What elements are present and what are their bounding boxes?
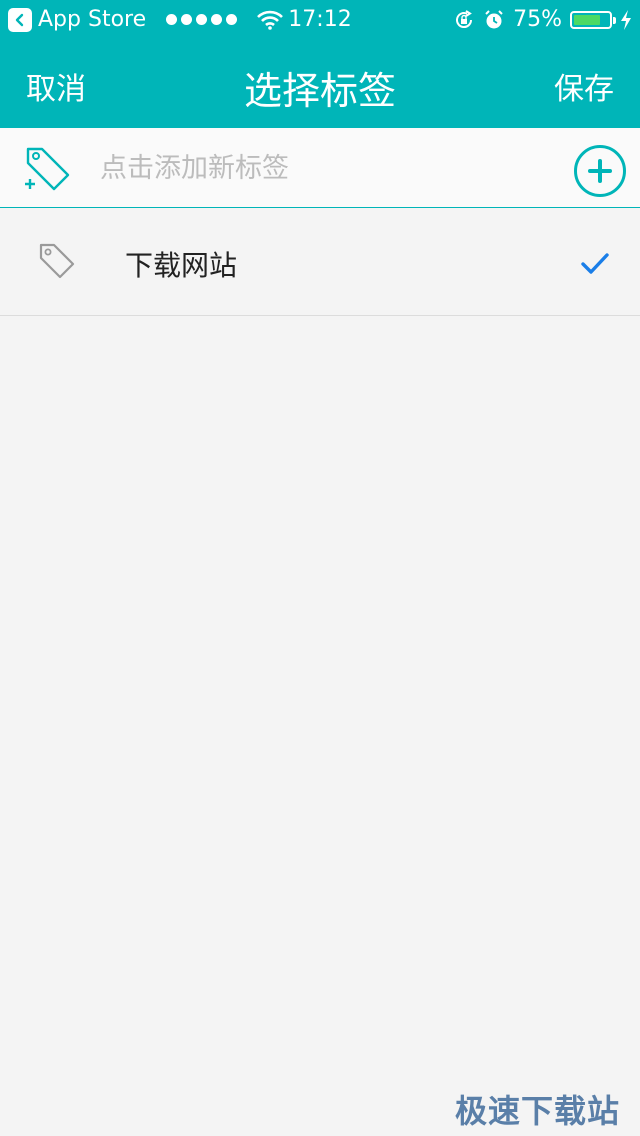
tag-label: 下载网站 [125,249,238,282]
signal-strength-icon [166,14,238,25]
page-title: 选择标签 [243,69,396,113]
charging-bolt-icon [621,9,631,30]
wifi-icon [257,10,284,30]
checkmark-icon [581,253,609,274]
nav-bar: 取消 选择标签 保存 [0,40,640,128]
add-tag-plus-icon[interactable] [574,145,626,197]
add-tag-icon [25,147,70,191]
list-item[interactable]: 下载网站 [0,208,640,316]
status-back[interactable]: App Store [8,7,284,32]
save-button[interactable]: 保存 [554,64,614,108]
battery-percent: 75% [513,7,562,32]
status-bar: App Store 17:12 75% [0,0,640,40]
tag-icon [39,243,75,279]
back-arrow-icon [8,7,32,32]
battery-icon [570,10,616,29]
battery-fill [574,14,600,25]
add-tag-row [0,128,640,208]
new-tag-input[interactable] [100,148,540,188]
cancel-button[interactable]: 取消 [26,64,86,108]
rotation-lock-icon [456,9,473,28]
alarm-icon [485,9,503,28]
back-app-label: App Store [38,7,147,32]
watermark-text: 极速下载站 [454,1092,620,1130]
